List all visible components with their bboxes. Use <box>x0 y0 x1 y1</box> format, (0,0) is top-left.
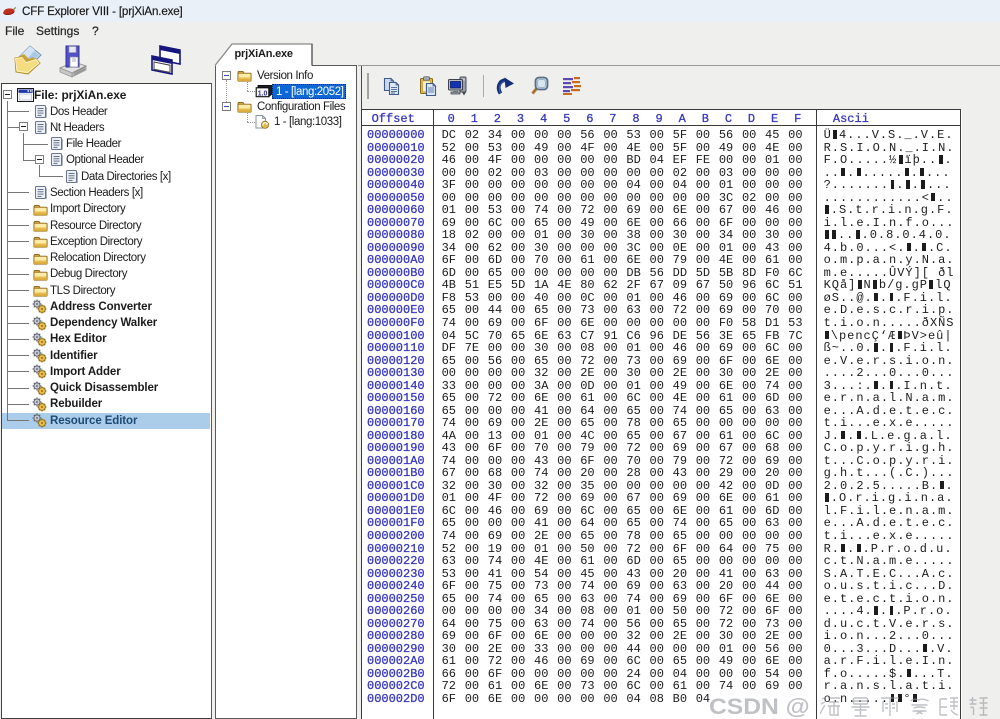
svg-text:1.0: 1.0 <box>258 90 268 97</box>
